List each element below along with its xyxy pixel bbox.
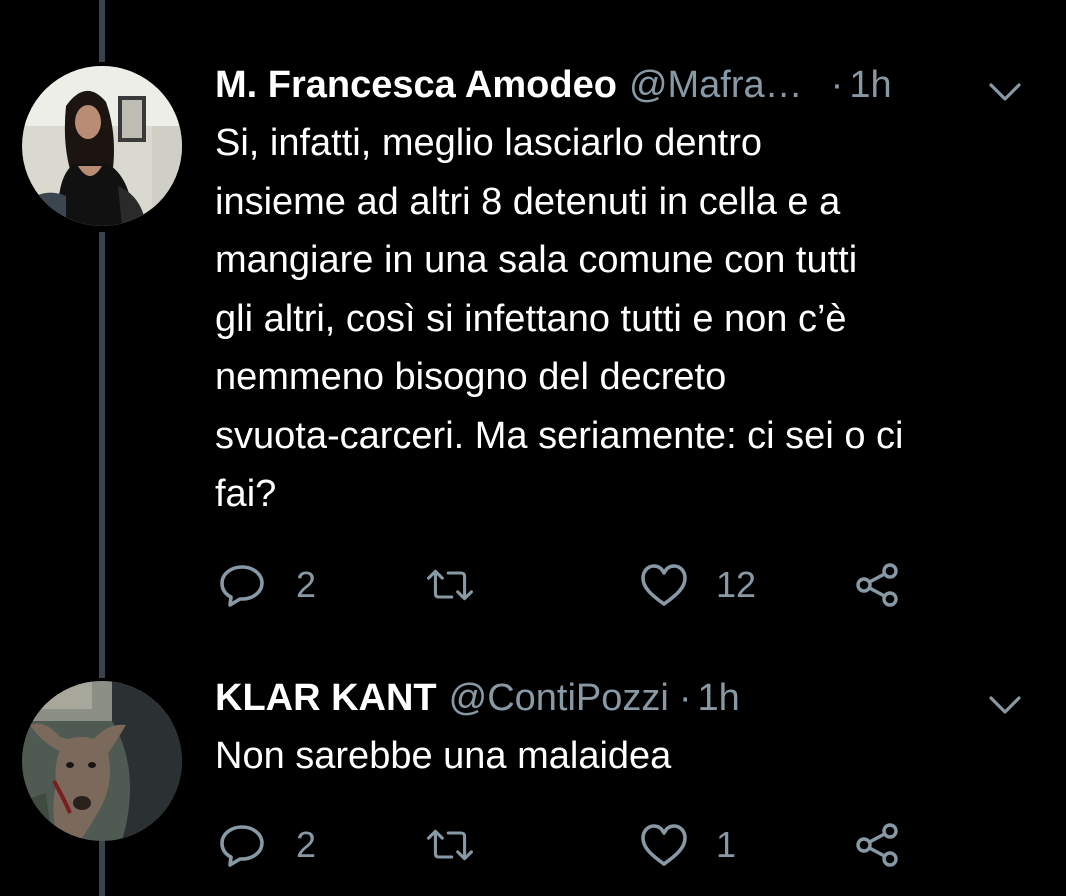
reply-icon[interactable]	[218, 823, 266, 867]
reply-count: 2	[296, 824, 317, 865]
user-handle[interactable]: @ContiPozzi	[449, 676, 669, 720]
reply-icon[interactable]	[218, 563, 266, 607]
share-icon[interactable]	[854, 563, 902, 607]
like-count: 1	[716, 824, 737, 865]
tweet-actions: 2 1	[0, 815, 1066, 875]
timestamp[interactable]: 1h	[698, 676, 740, 720]
chevron-down-icon[interactable]	[985, 78, 1025, 106]
display-name[interactable]: KLAR KANT	[215, 676, 437, 720]
retweet-icon[interactable]	[426, 823, 474, 867]
like-count: 12	[716, 564, 757, 605]
tweet-header: M. Francesca Amodeo @Mafra… · 1h	[215, 63, 892, 107]
retweet-icon[interactable]	[426, 563, 474, 607]
like-icon[interactable]	[640, 563, 688, 607]
like-icon[interactable]	[640, 823, 688, 867]
display-name[interactable]: M. Francesca Amodeo	[215, 63, 617, 107]
reply-count: 2	[296, 564, 317, 605]
tweet-text: Non sarebbe una malaidea	[215, 735, 672, 777]
tweet-actions: 2 12	[0, 555, 1066, 615]
tweet-thread: M. Francesca Amodeo @Mafra… · 1h Si, inf…	[0, 0, 1066, 896]
avatar-image	[22, 66, 182, 226]
user-handle[interactable]: @Mafra…	[629, 63, 803, 107]
separator-dot: ·	[678, 677, 692, 719]
separator-dot: ·	[830, 64, 844, 106]
timestamp[interactable]: 1h	[849, 63, 891, 107]
tweet-header: KLAR KANT @ContiPozzi · 1h	[215, 676, 740, 720]
chevron-down-icon[interactable]	[985, 691, 1025, 719]
thread-line	[99, 0, 105, 62]
share-icon[interactable]	[854, 823, 902, 867]
tweet-text: Si, infatti, meglio lasciarlo dentro ins…	[215, 122, 904, 515]
avatar[interactable]	[22, 66, 182, 226]
